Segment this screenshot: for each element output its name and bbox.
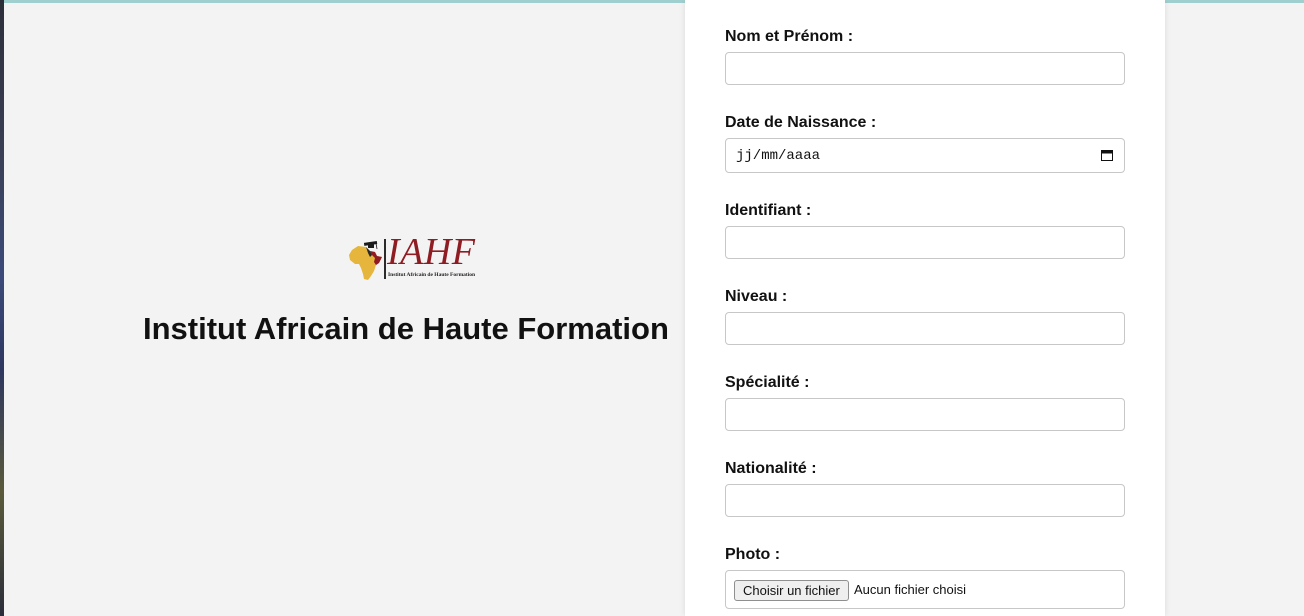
window-edge [0,0,4,616]
niveau-label: Niveau : [725,288,788,305]
choose-file-button[interactable]: Choisir un fichier [734,580,849,601]
date-naissance-label: Date de Naissance : [725,114,877,131]
identifiant-label: Identifiant : [725,202,812,219]
specialite-input[interactable] [725,398,1125,431]
niveau-input[interactable] [725,312,1125,345]
logo-divider [384,239,386,279]
field-date-naissance: Date de Naissance : jj/mm/aaaa [725,114,1125,173]
field-niveau: Niveau : [725,288,1125,345]
photo-label: Photo : [725,546,781,563]
field-nationalite: Nationalité : [725,460,1125,517]
field-nom-prenom: Nom et Prénom : [725,28,1125,85]
page: IAHF Institut Africain de Haute Formatio… [0,0,1304,616]
nationalite-input[interactable] [725,484,1125,517]
date-placeholder: jj/mm/aaaa [736,148,821,164]
iahf-logo: IAHF Institut Africain de Haute Formatio… [346,231,486,283]
field-specialite: Spécialité : [725,374,1125,431]
institute-name-heading: Institut Africain de Haute Formation [143,311,669,346]
file-status-text: Aucun fichier choisi [854,582,966,597]
nom-prenom-input[interactable] [725,52,1125,85]
nationalite-label: Nationalité : [725,460,817,477]
specialite-label: Spécialité : [725,374,810,391]
field-identifiant: Identifiant : [725,202,1125,259]
identifiant-input[interactable] [725,226,1125,259]
africa-map-icon [349,241,382,280]
nom-prenom-label: Nom et Prénom : [725,28,854,45]
registration-form-card: Nom et Prénom : Date de Naissance : jj/m… [685,0,1165,616]
photo-file-input[interactable]: Choisir un fichier Aucun fichier choisi [725,570,1125,609]
field-photo: Photo : Choisir un fichier Aucun fichier… [725,546,1125,609]
date-naissance-input[interactable]: jj/mm/aaaa [725,138,1125,173]
calendar-icon[interactable] [1101,149,1113,161]
logo-wordmark: IAHF [387,231,476,273]
logo-subtitle: Institut Africain de Haute Formation [388,272,476,278]
